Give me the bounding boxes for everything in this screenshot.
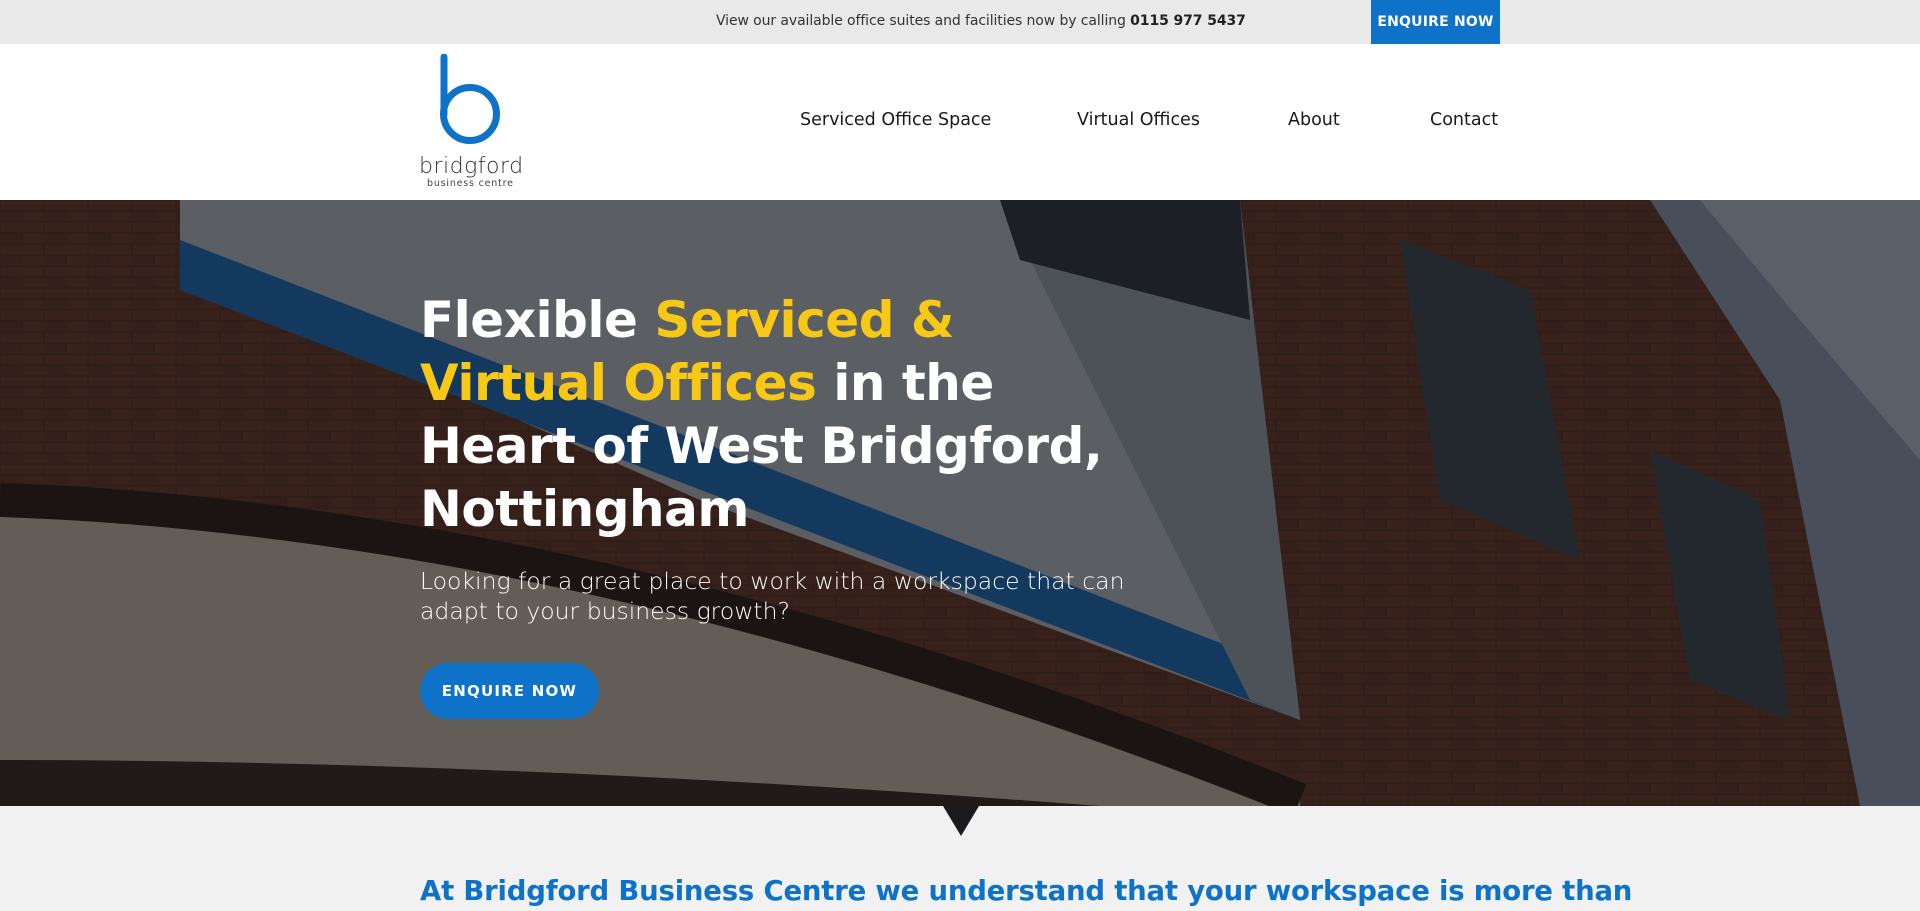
nav-about[interactable]: About [1288,110,1340,130]
nav-virtual-offices[interactable]: Virtual Offices [1077,110,1200,130]
section-pointer-arrow [943,806,979,836]
hero-enquire-button[interactable]: ENQUIRE NOW [420,663,599,719]
hero-subtitle: Looking for a great place to work with a… [420,567,1125,625]
logo-subline: business centre [427,178,514,189]
topbar-message: View our available office suites and fac… [716,13,1246,29]
hero-section: Flexible Serviced & Virtual Offices in t… [0,200,1920,806]
top-bar: View our available office suites and fac… [0,0,1920,44]
nav-serviced-office-space[interactable]: Serviced Office Space [800,110,991,130]
hero-title-part1: Flexible [420,291,655,349]
hero-title: Flexible Serviced & Virtual Offices in t… [420,289,1120,541]
logo-wordmark: bridgford [419,154,524,179]
topbar-phone[interactable]: 0115 977 5437 [1130,13,1246,29]
intro-heading: At Bridgford Business Centre we understa… [420,875,1633,907]
topbar-enquire-button[interactable]: ENQUIRE NOW [1371,0,1500,44]
nav-contact[interactable]: Contact [1430,110,1498,130]
topbar-message-text: View our available office suites and fac… [716,13,1131,29]
